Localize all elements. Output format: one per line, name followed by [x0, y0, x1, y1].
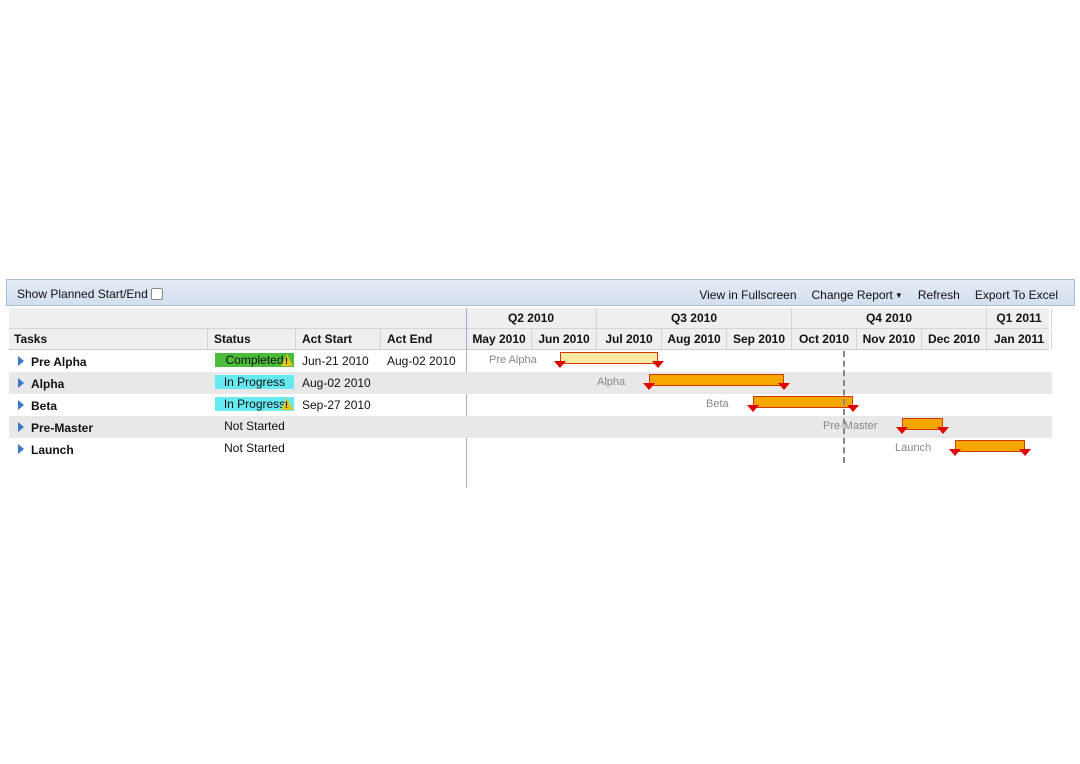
show-planned-toggle[interactable]: Show Planned Start/End [17, 287, 163, 301]
act-start-value: Aug-02 2010 [302, 376, 371, 390]
month-header: Sep 2010 [727, 329, 792, 349]
month-header: Dec 2010 [922, 329, 987, 349]
act-start-value: Sep-27 2010 [302, 398, 371, 412]
view-fullscreen-link[interactable]: View in Fullscreen [699, 288, 796, 302]
start-marker-icon [643, 383, 655, 390]
quarter-header: Q4 2010 [792, 308, 987, 328]
quarter-header: Q1 2011 [987, 308, 1052, 328]
chevron-down-icon: ▼ [894, 291, 903, 300]
task-name[interactable]: Launch [31, 443, 74, 457]
quarter-header-row: Q2 2010 Q3 2010 Q4 2010 Q1 2011 [9, 308, 1052, 329]
task-name[interactable]: Beta [31, 399, 57, 413]
gantt-bar[interactable] [560, 352, 658, 364]
status-badge: In Progress [215, 397, 294, 411]
month-header: Nov 2010 [857, 329, 922, 349]
quarter-header: Q3 2010 [597, 308, 792, 328]
expand-arrow-icon[interactable] [18, 378, 24, 388]
report-toolbar: Show Planned Start/End View in Fullscree… [6, 279, 1075, 306]
month-header: Jul 2010 [597, 329, 662, 349]
status-text: In Progress [223, 397, 286, 411]
status-badge: Completed [215, 353, 294, 367]
status-text: Not Started [224, 441, 285, 455]
column-header-row: Tasks Status Act Start Act End May 2010 J… [9, 329, 1052, 350]
month-header: May 2010 [467, 329, 532, 349]
show-planned-checkbox[interactable] [150, 288, 163, 300]
gantt-bar[interactable] [955, 440, 1025, 452]
export-excel-link[interactable]: Export To Excel [975, 288, 1058, 302]
status-text: Not Started [224, 419, 285, 433]
status-column-header[interactable]: Status [208, 329, 296, 349]
gantt-bar-label: Pre Alpha [489, 354, 537, 366]
status-text: In Progress [223, 375, 286, 389]
gantt-bar-label: Beta [706, 398, 729, 410]
expand-arrow-icon[interactable] [18, 422, 24, 432]
gantt-bar-label: Pre-Master [823, 420, 878, 432]
gantt-bar-label: Alpha [597, 376, 626, 388]
today-line [843, 351, 845, 463]
status-badge: Not Started [215, 419, 294, 433]
act-end-column-header[interactable]: Act End [381, 329, 467, 349]
month-header: Jun 2010 [532, 329, 597, 349]
change-report-menu[interactable]: Change Report ▼ [812, 288, 903, 302]
task-row[interactable]: Pre-Master Not Started Pre-Master [9, 416, 1052, 438]
task-name[interactable]: Alpha [31, 377, 64, 391]
task-rows: Pre Alpha Completed Jun-21 2010 Aug-02 2010… [9, 350, 1052, 470]
gantt-bar-label: Launch [895, 442, 932, 454]
start-marker-icon [949, 449, 961, 456]
expand-arrow-icon[interactable] [18, 356, 24, 366]
start-marker-icon [896, 427, 908, 434]
month-header: Aug 2010 [662, 329, 727, 349]
status-text: Completed [225, 353, 284, 367]
tasks-column-header[interactable]: Tasks [9, 329, 208, 349]
warning-icon [281, 398, 293, 410]
task-name[interactable]: Pre-Master [31, 421, 93, 435]
end-marker-icon [778, 383, 790, 390]
expand-arrow-icon[interactable] [18, 400, 24, 410]
act-start-value: Jun-21 2010 [302, 354, 369, 368]
act-start-column-header[interactable]: Act Start [296, 329, 381, 349]
end-marker-icon [847, 405, 859, 412]
end-marker-icon [1019, 449, 1031, 456]
warning-icon [281, 354, 293, 366]
month-header: Jan 2011 [987, 329, 1052, 349]
expand-arrow-icon[interactable] [18, 444, 24, 454]
start-marker-icon [554, 361, 566, 368]
month-header: Oct 2010 [792, 329, 857, 349]
gantt-bar[interactable] [753, 396, 853, 408]
end-marker-icon [652, 361, 664, 368]
refresh-link[interactable]: Refresh [918, 288, 960, 302]
task-row[interactable]: Beta In Progress Sep-27 2010 Beta [9, 394, 1052, 416]
start-marker-icon [747, 405, 759, 412]
task-row[interactable]: Launch Not Started Launch [9, 438, 1052, 460]
show-planned-label: Show Planned Start/End [17, 287, 148, 301]
gantt-report: Show Planned Start/End View in Fullscree… [6, 279, 1075, 488]
act-end-value: Aug-02 2010 [387, 354, 456, 368]
gantt-bar[interactable] [649, 374, 784, 386]
task-row[interactable]: Pre Alpha Completed Jun-21 2010 Aug-02 2010… [9, 350, 1052, 372]
status-badge: In Progress [215, 375, 294, 389]
task-row[interactable]: Alpha In Progress Aug-02 2010 Alpha [9, 372, 1052, 394]
status-badge: Not Started [215, 441, 294, 455]
change-report-label: Change Report [811, 288, 893, 302]
end-marker-icon [937, 427, 949, 434]
quarter-header: Q2 2010 [466, 308, 597, 328]
task-name[interactable]: Pre Alpha [31, 355, 87, 369]
